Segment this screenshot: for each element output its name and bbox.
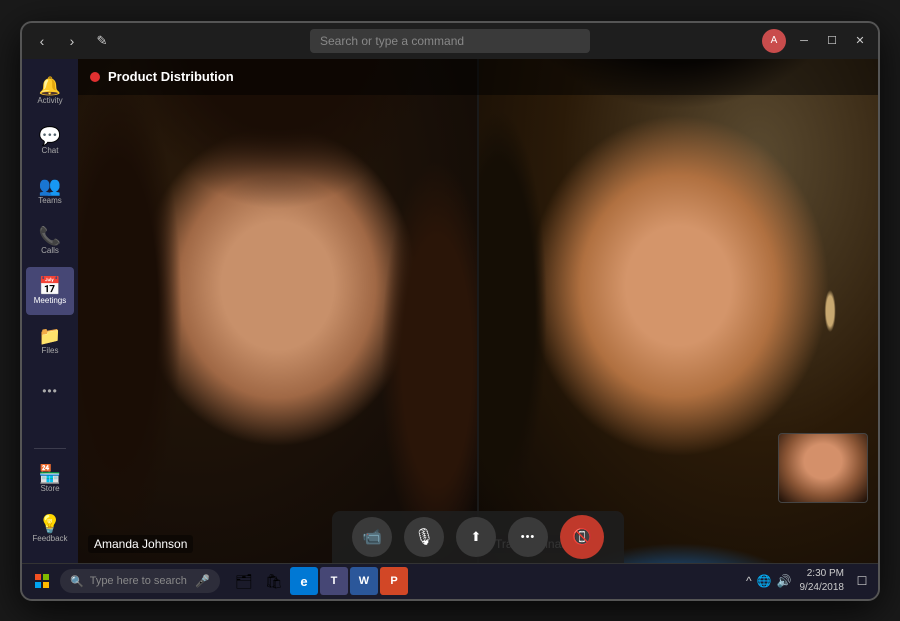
sidebar-label-feedback: Feedback	[32, 535, 67, 543]
meeting-header: Product Distribution	[78, 59, 878, 95]
search-placeholder: Search or type a command	[320, 34, 464, 48]
app-body: 🔔 Activity 💬 Chat 👥 Teams 📞 Calls 📅 Meet…	[22, 59, 878, 563]
meeting-title: Product Distribution	[108, 69, 234, 84]
feedback-icon: 💡	[39, 515, 61, 533]
share-icon: ⬆	[471, 529, 482, 545]
compose-button[interactable]: ✎	[90, 29, 114, 53]
end-call-button[interactable]: 📵	[560, 515, 604, 559]
system-tray-icons: ^ 🌐 🔊	[746, 574, 792, 588]
video-panel-left: Amanda Johnson	[78, 59, 479, 563]
main-content: Product Distribution Amanda Johnson Trac…	[78, 59, 878, 563]
participant-name-left: Amanda Johnson	[88, 535, 193, 553]
taskbar-time-display: 2:30 PM	[800, 567, 845, 581]
user-avatar[interactable]: A	[762, 29, 786, 53]
back-button[interactable]: ‹	[30, 29, 54, 53]
sidebar-item-calls[interactable]: 📞 Calls	[26, 217, 74, 265]
sidebar-label-meetings: Meetings	[34, 297, 66, 305]
sidebar-item-store[interactable]: 🏪 Store	[26, 455, 74, 503]
taskbar-app-store[interactable]: 🛍	[260, 567, 288, 595]
teams-taskbar-icon: T	[331, 575, 338, 587]
share-screen-button[interactable]: ⬆	[456, 517, 496, 557]
ppt-icon: P	[390, 575, 397, 587]
sidebar-item-chat[interactable]: 💬 Chat	[26, 117, 74, 165]
sidebar-item-more[interactable]: •••	[26, 367, 74, 415]
taskbar-apps: 🗂 🛍 e T W P	[230, 567, 408, 595]
start-button[interactable]	[28, 567, 56, 595]
recording-indicator	[90, 72, 100, 82]
taskbar-mic-icon[interactable]: 🎤	[195, 574, 210, 588]
camera-icon: 📹	[362, 527, 382, 547]
camera-button[interactable]: 📹	[352, 517, 392, 557]
sidebar-item-files[interactable]: 📁 Files	[26, 317, 74, 365]
store-icon: 🏪	[39, 465, 61, 483]
sidebar: 🔔 Activity 💬 Chat 👥 Teams 📞 Calls 📅 Meet…	[22, 59, 78, 563]
windows-logo	[35, 574, 49, 588]
taskbar-app-teams[interactable]: T	[320, 567, 348, 595]
sidebar-divider	[34, 448, 66, 449]
close-button[interactable]: ✕	[850, 31, 870, 51]
chat-icon: 💬	[39, 127, 61, 145]
explorer-icon: 🗂	[235, 573, 253, 590]
meetings-icon: 📅	[39, 277, 61, 295]
title-bar-right: A ─ ☐ ✕	[762, 29, 870, 53]
title-bar: ‹ › ✎ Search or type a command A ─ ☐ ✕	[22, 23, 878, 59]
word-icon: W	[359, 575, 369, 587]
taskbar-clock[interactable]: 2:30 PM 9/24/2018	[800, 567, 845, 595]
chevron-up-icon[interactable]: ^	[746, 574, 752, 588]
taskbar-app-ppt[interactable]: P	[380, 567, 408, 595]
app-window: ‹ › ✎ Search or type a command A ─ ☐ ✕ 🔔…	[20, 21, 880, 601]
taskbar: 🔍 Type here to search 🎤 🗂 🛍 e T W P	[22, 563, 878, 599]
taskbar-date-display: 9/24/2018	[800, 581, 845, 595]
more-icon: •••	[42, 385, 58, 397]
sidebar-bottom: 🏪 Store 💡 Feedback	[26, 442, 74, 555]
activity-icon: 🔔	[39, 77, 61, 95]
sidebar-label-activity: Activity	[37, 97, 62, 105]
sidebar-label-teams: Teams	[38, 197, 62, 205]
files-icon: 📁	[39, 327, 61, 345]
sidebar-item-activity[interactable]: 🔔 Activity	[26, 67, 74, 115]
microphone-icon: 🎙	[414, 527, 434, 547]
sidebar-label-chat: Chat	[42, 147, 59, 155]
sidebar-item-teams[interactable]: 👥 Teams	[26, 167, 74, 215]
taskbar-app-word[interactable]: W	[350, 567, 378, 595]
sidebar-label-files: Files	[42, 347, 59, 355]
more-options-icon: •••	[521, 531, 536, 543]
minimize-button[interactable]: ─	[794, 31, 814, 51]
notification-icon: ☐	[857, 574, 868, 588]
edge-icon: e	[300, 574, 307, 589]
taskbar-right: ^ 🌐 🔊 2:30 PM 9/24/2018 ☐	[746, 567, 872, 595]
search-icon: 🔍	[70, 575, 84, 588]
calls-icon: 📞	[39, 227, 61, 245]
store-taskbar-icon: 🛍	[265, 573, 283, 590]
network-icon[interactable]: 🌐	[757, 574, 772, 588]
search-bar[interactable]: Search or type a command	[310, 29, 590, 53]
participant-video-left	[78, 59, 477, 563]
taskbar-app-edge[interactable]: e	[290, 567, 318, 595]
forward-button[interactable]: ›	[60, 29, 84, 53]
more-options-button[interactable]: •••	[508, 517, 548, 557]
self-view-thumbnail	[778, 433, 868, 503]
taskbar-search-placeholder: Type here to search	[90, 575, 187, 587]
sidebar-item-meetings[interactable]: 📅 Meetings	[26, 267, 74, 315]
title-bar-left: ‹ › ✎	[30, 29, 114, 53]
mute-button[interactable]: 🎙	[404, 517, 444, 557]
call-controls: 📹 🎙 ⬆ ••• 📵	[332, 511, 624, 563]
sidebar-item-feedback[interactable]: 💡 Feedback	[26, 505, 74, 553]
sidebar-label-store: Store	[40, 485, 59, 493]
sidebar-label-calls: Calls	[41, 247, 59, 255]
face-sim-left	[78, 59, 477, 563]
action-center-button[interactable]: ☐	[852, 571, 872, 591]
end-call-icon: 📵	[572, 527, 592, 547]
teams-icon: 👥	[39, 177, 61, 195]
taskbar-app-explorer[interactable]: 🗂	[230, 567, 258, 595]
video-grid: Amanda Johnson Tracy Salinas	[78, 59, 878, 563]
maximize-button[interactable]: ☐	[822, 31, 842, 51]
volume-icon[interactable]: 🔊	[777, 574, 792, 588]
taskbar-search[interactable]: 🔍 Type here to search 🎤	[60, 569, 220, 593]
